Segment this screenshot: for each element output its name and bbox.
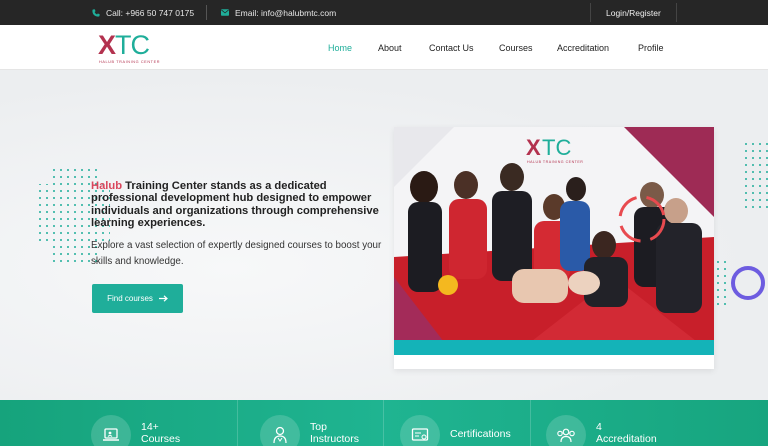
phone-text: Call: +966 50 747 0175 <box>106 7 195 18</box>
nav-contact-us[interactable]: Contact Us <box>429 25 474 70</box>
envelope-icon <box>221 9 229 16</box>
divider <box>590 3 591 22</box>
brand-name: Halub <box>91 180 123 192</box>
hero-image-card: X TC HALUB TRAINING CENTER <box>394 127 714 369</box>
hero-section: Halub Training Center stands as a dedica… <box>0 70 768 400</box>
arrow-right-icon <box>158 295 168 302</box>
contact-email[interactable]: Email: info@halubmtc.com <box>221 0 336 25</box>
photo-logo: X <box>526 135 541 160</box>
find-courses-label: Find courses <box>107 294 153 303</box>
image-accent-bar <box>394 340 714 355</box>
main-navbar: XTC HALUB TRAINING CENTER Home About Con… <box>0 25 768 70</box>
email-text: Email: info@halubmtc.com <box>235 7 337 18</box>
svg-text:HALUB TRAINING CENTER: HALUB TRAINING CENTER <box>527 160 583 164</box>
dot-pattern-decoration <box>716 260 728 310</box>
top-bar: Call: +966 50 747 0175 Email: info@halub… <box>0 0 768 25</box>
nav-about[interactable]: About <box>378 25 402 70</box>
stat-label: Top Instructors <box>310 421 360 445</box>
nav-accreditation[interactable]: Accreditation <box>557 25 609 70</box>
certificate-icon <box>400 415 440 446</box>
dot-pattern-decoration <box>744 142 768 208</box>
training-photo: X TC HALUB TRAINING CENTER <box>394 127 714 355</box>
hero-description: Explore a vast selection of expertly des… <box>91 240 382 267</box>
site-logo[interactable]: XTC HALUB TRAINING CENTER <box>98 30 162 66</box>
stat-label: 4 Accreditation <box>596 421 657 445</box>
stat-label: Certifications <box>450 428 511 440</box>
login-register-link[interactable]: Login/Register <box>606 0 661 25</box>
laptop-icon <box>91 415 131 446</box>
divider <box>206 5 207 20</box>
svg-text:TC: TC <box>542 135 571 160</box>
divider <box>383 400 384 446</box>
divider <box>237 400 238 446</box>
logo-subtitle: HALUB TRAINING CENTER <box>99 60 161 64</box>
nav-courses[interactable]: Courses <box>499 25 533 70</box>
nav-home[interactable]: Home <box>328 25 352 70</box>
instructor-icon <box>260 415 300 446</box>
group-icon <box>546 415 586 446</box>
phone-icon <box>92 8 100 17</box>
logo-mark: XTC <box>98 30 150 60</box>
find-courses-button[interactable]: Find courses <box>92 284 183 313</box>
stats-bar: 14+ Courses Top Instructors Certifications… <box>0 400 768 446</box>
ring-decoration <box>731 266 765 300</box>
nav-profile[interactable]: Profile <box>638 25 664 70</box>
divider <box>530 400 531 446</box>
stat-label: 14+ Courses <box>141 421 181 445</box>
divider <box>676 3 677 22</box>
contact-phone[interactable]: Call: +966 50 747 0175 <box>92 0 194 25</box>
hero-title: Halub Training Center stands as a dedica… <box>91 180 379 229</box>
